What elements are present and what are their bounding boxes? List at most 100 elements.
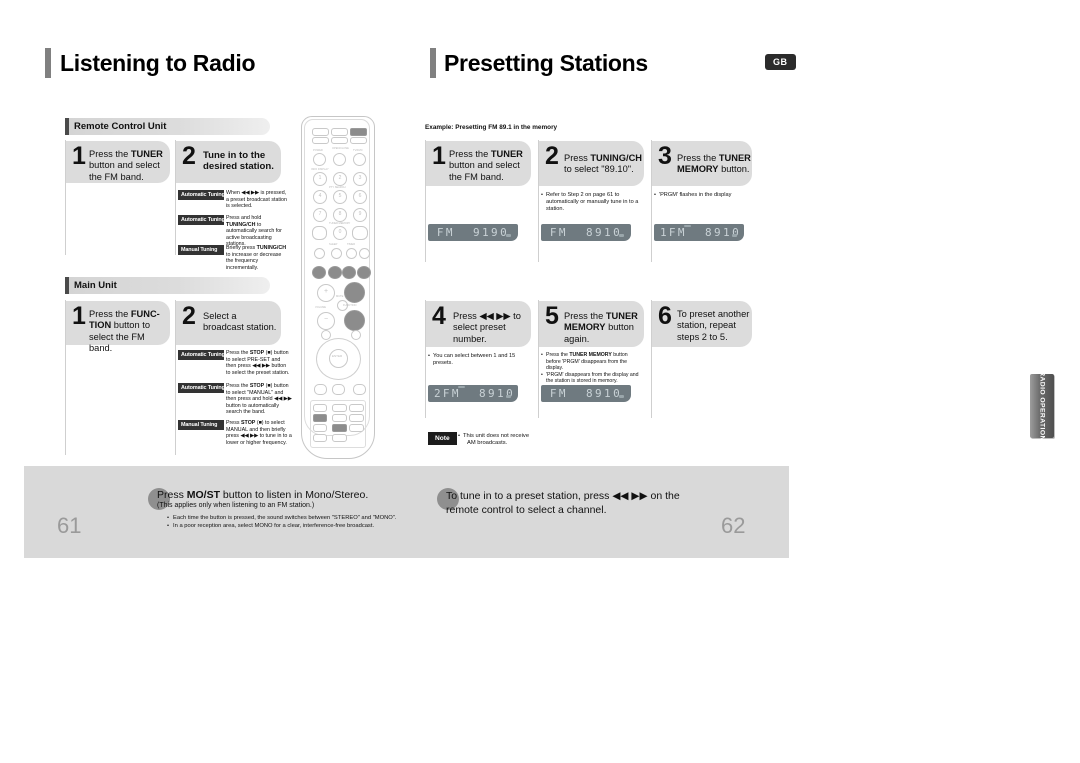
lcd-text: FM 9190 [436,226,510,239]
locale-badge: GB [765,54,796,70]
remote-key-4[interactable]: 4 [313,190,327,204]
side-tab-radio-operation[interactable]: RADIO OPERATION [1030,371,1054,441]
remote-key-aux[interactable] [331,137,348,144]
remote-label-timer: TIMER [347,243,356,246]
remote-key-repeat[interactable] [314,384,327,395]
remote-key-mode[interactable] [332,384,345,395]
remote-key-cancel[interactable] [352,226,368,240]
remote-key-b[interactable] [359,248,370,259]
remote-key-stop[interactable] [328,266,342,279]
tip-band: Press MO/ST button to listen in Mono/Ste… [24,466,789,558]
tuning-text-head: Press the STOP (■) button to select PRE-… [226,350,290,376]
remote-key-8[interactable]: 8 [333,208,347,222]
remote-key-return[interactable] [351,330,361,340]
step-text: Press the TUNER button and select the FM… [89,149,163,182]
remote-key-volume-down[interactable]: − [317,312,335,330]
remote-key-digit: 9 [358,211,362,217]
remote-key-display[interactable] [353,384,366,395]
tuning-badge: Manual Tuning [178,420,224,430]
step-text: Tune in to the desired station. [203,150,274,173]
remote-key-digit: 6 [358,193,362,199]
remote-key-2[interactable]: 2 [333,172,347,186]
remote-label-info-display: INFO DISPLAY [311,168,329,171]
remote-key-tuner[interactable] [350,128,367,136]
section-header-main-unit: Main Unit [65,277,270,294]
tuning-badge: Automatic Tuning 2 [178,383,229,393]
bullet-item: 'PRGM' disappears from the display and t… [541,372,641,385]
remote-key-x1[interactable] [313,424,327,432]
remote-key-sound-2[interactable] [332,414,347,422]
remote-key-tv[interactable] [312,128,329,136]
side-tab-label: RADIO OPERATION [1038,371,1046,441]
remote-key-9[interactable]: 9 [353,208,367,222]
step-card-main-2: 2 Select a broadcast station. [176,301,281,345]
bullet-item: Each time the button is pressed, the sou… [167,514,457,522]
remote-key-sound-3[interactable] [349,414,364,422]
tuning-text: Press and hold TUNING/CH to automaticall… [226,215,282,248]
note-line: AM broadcasts. [467,440,508,447]
remote-key-sleep[interactable] [331,248,342,259]
step-number: 1 [72,302,86,330]
step-number: 4 [432,302,446,330]
remote-key-5[interactable]: 5 [333,190,347,204]
remote-key-enter[interactable] [329,349,348,368]
remote-key-open-close[interactable] [333,153,346,166]
remote-key-power[interactable] [313,153,326,166]
remote-key-volume-up[interactable]: + [317,284,335,302]
remote-key-next[interactable] [357,266,371,279]
lcd-text: FM 8910 [442,387,516,400]
step-number: 6 [658,302,672,330]
remote-key-3[interactable]: 3 [353,172,367,186]
remote-key-digit: 7 [318,211,322,217]
tuning-text: When ◀◀ ▶▶ is pressed, a preset broadcas… [226,190,287,210]
bullet-item: Refer to Step 2 on page 61 to automatica… [541,192,639,214]
lcd-display-step-5: FM 8910 [541,385,631,402]
remote-key-play-pause[interactable] [342,266,356,279]
step-number: 2 [182,142,196,170]
lcd-text: FM 8910 [549,226,623,239]
step-text: Press the TUNER MEMORY button. [677,153,751,175]
remote-key-function-up[interactable] [344,282,365,303]
remote-key-0[interactable]: 0 [333,226,347,240]
remote-key-manual[interactable] [349,404,364,412]
remote-key-logic[interactable] [332,404,347,412]
step-card-preset-5: 5 Press the TUNER MEMORY button again. [539,301,644,347]
step-text: Press the FUNC-TION button to select the… [89,309,160,354]
remote-key-prev[interactable] [312,266,326,279]
remote-key-receiver[interactable] [312,137,329,144]
remote-key-x2[interactable] [349,424,364,432]
step-card-main-1: 1 Press the FUNC-TION button to select t… [66,301,170,353]
remote-key-x3[interactable] [313,434,327,442]
remote-key-function-down[interactable] [344,310,365,331]
remote-key-1[interactable]: 1 [313,172,327,186]
step-number: 5 [545,302,559,330]
step-bullets-2: Refer to Step 2 on page 61 to automatica… [541,192,639,214]
example-caption: Example: Presetting FM 89.1 in the memor… [425,124,558,131]
remote-key-usb[interactable] [350,137,367,144]
remote-key-mo-st[interactable] [332,424,347,432]
remote-key-dvd[interactable] [331,128,348,136]
remote-key-test-tone[interactable] [313,404,327,412]
note-badge: Note [428,432,457,445]
remote-key-menu[interactable] [321,330,331,340]
remote-key-x4[interactable] [332,434,347,442]
lcd-cursor [619,234,624,237]
remote-key-digit: 1 [318,175,322,181]
lcd-cursor [619,395,624,398]
tuning-badge: Automatic Tuning 1 [178,350,229,360]
remote-key-7[interactable]: 7 [313,208,327,222]
remote-key-tuner-mem[interactable] [312,226,327,240]
tuning-text-head: Press the STOP (■) button to select "MAN… [226,383,292,416]
remote-key-a[interactable] [314,248,325,259]
remote-key-sound-1[interactable] [313,414,327,422]
remote-key-timer[interactable] [346,248,357,259]
remote-label-function: FUNCTION [343,304,357,307]
remote-label-power: POWER [313,149,323,152]
remote-key-tv-dvd[interactable] [353,153,366,166]
remote-key-6[interactable]: 6 [353,190,367,204]
step-number: 1 [72,142,86,170]
note-line: This unit does not receive [458,433,568,441]
tuning-badge: Automatic Tuning 2 [178,215,229,225]
step-bullets-3: 'PRGM' flashes in the display [654,192,754,199]
left-title-rule [45,48,51,78]
